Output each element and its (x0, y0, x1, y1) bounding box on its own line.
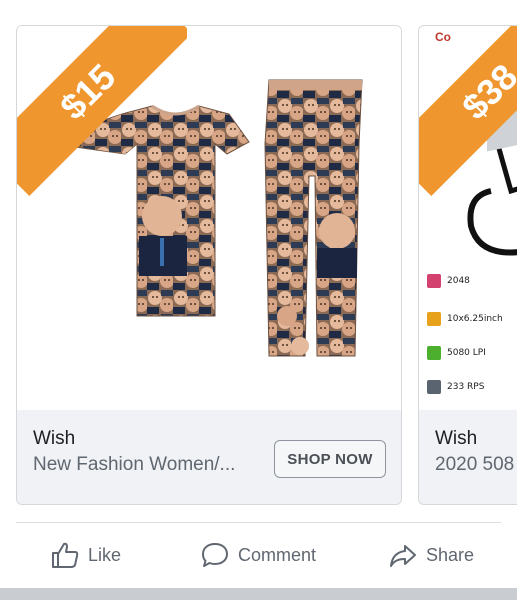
brand-text: Co (435, 30, 451, 44)
comment-label: Comment (238, 544, 317, 565)
feed-separator (0, 588, 517, 600)
comment-button[interactable]: Comment (200, 530, 316, 580)
seller-name: Wish (33, 428, 76, 449)
seller-name: Wish (435, 428, 478, 449)
post-actions: Like Comment Share (0, 530, 517, 580)
area-icon (427, 312, 441, 326)
divider (16, 522, 501, 523)
chip-icon (427, 346, 441, 360)
spec-row: 233 RPS (427, 380, 484, 394)
carousel-card-1[interactable]: $15 Wish New Fashion Women/... SHOP NOW (16, 25, 402, 505)
product-description: New Fashion Women/... (33, 454, 236, 475)
share-icon (390, 545, 416, 567)
like-button[interactable]: Like (50, 530, 121, 580)
share-button[interactable]: Share (388, 530, 474, 580)
share-label: Share (426, 544, 475, 565)
product-image[interactable]: $15 (17, 26, 401, 410)
spec-row: 10x6.25inch (427, 312, 503, 326)
card-info[interactable]: Wish 2020 508 (419, 410, 517, 504)
shop-now-button[interactable]: SHOP NOW (274, 440, 386, 478)
product-description: 2020 508 (435, 454, 515, 475)
like-label: Like (88, 544, 122, 565)
speed-icon (427, 380, 441, 394)
thumbs-up-icon (52, 542, 79, 568)
product-illustration (38, 79, 363, 357)
carousel-card-2[interactable]: Co 2048 10x6.25inch 5080 LPI 233 RPS $38 (418, 25, 517, 505)
card-info[interactable]: Wish New Fashion Women/... SHOP NOW (17, 410, 401, 504)
comment-icon (202, 543, 228, 567)
product-image[interactable]: Co 2048 10x6.25inch 5080 LPI 233 RPS $38 (419, 26, 517, 410)
pen-icon (427, 274, 441, 288)
spec-row: 2048 (427, 274, 470, 288)
spec-row: 5080 LPI (427, 346, 486, 360)
ad-carousel[interactable]: $15 Wish New Fashion Women/... SHOP NOW … (0, 0, 517, 510)
